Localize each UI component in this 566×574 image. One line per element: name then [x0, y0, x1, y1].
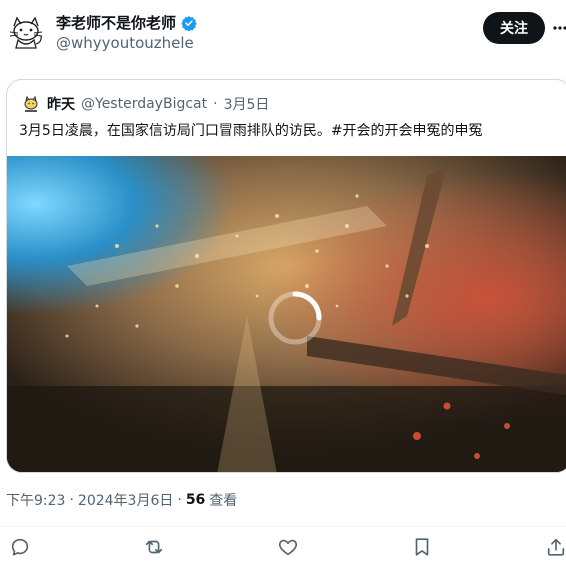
divider	[0, 526, 566, 527]
quoted-tweet-text: 3月5日凌晨，在国家信访局门口冒雨排队的访民。#开会的开会申冤的申冤	[19, 123, 483, 139]
author-avatar[interactable]	[6, 12, 46, 52]
tweet-date[interactable]: 2024年3月6日	[78, 490, 173, 510]
quoted-author-avatar	[21, 94, 41, 114]
video-player[interactable]	[7, 156, 566, 472]
tweet-time[interactable]: 下午9:23	[6, 490, 65, 510]
share-icon	[547, 538, 565, 556]
retweet-icon	[145, 540, 163, 554]
retweet-button[interactable]	[143, 536, 167, 560]
bookmark-button[interactable]	[411, 536, 435, 560]
quoted-author-handle: @YesterdayBigcat	[81, 96, 208, 112]
follow-button[interactable]: 关注	[483, 12, 545, 44]
quoted-tweet-header: 昨天 @YesterdayBigcat · 3月5日	[21, 94, 269, 114]
quoted-tweet-card[interactable]: 昨天 @YesterdayBigcat · 3月5日 3月5日凌晨，在国家信访局…	[6, 79, 566, 473]
quoted-separator: ·	[213, 96, 218, 112]
bookmark-icon	[415, 538, 429, 556]
quoted-date: 3月5日	[223, 97, 270, 113]
like-icon	[278, 539, 298, 556]
meta-separator: ·	[177, 492, 182, 508]
like-button[interactable]	[277, 536, 301, 560]
views-count: 56	[185, 492, 206, 508]
quoted-author-name: 昨天	[47, 97, 75, 113]
tweet-actions	[0, 536, 566, 566]
verified-badge-icon	[181, 15, 197, 31]
reply-button[interactable]	[9, 536, 33, 560]
tweet-header: 李老师不是你老师 @whyyoutouzhele 关注	[0, 0, 566, 64]
loading-spinner-icon	[268, 291, 322, 345]
author-name-row: 李老师不是你老师	[56, 12, 197, 33]
cat-logo-icon	[21, 94, 41, 114]
reply-icon	[11, 538, 29, 556]
author-handle[interactable]: @whyyoutouzhele	[56, 34, 194, 52]
share-button[interactable]	[545, 536, 566, 560]
more-options-icon[interactable]	[552, 20, 566, 36]
cat-sketch-icon	[6, 12, 46, 52]
views-label: 查看	[209, 493, 238, 509]
tweet-detail: 李老师不是你老师 @whyyoutouzhele 关注 昨天 @Yesterda…	[0, 0, 566, 574]
author-display-name[interactable]: 李老师不是你老师	[56, 12, 176, 33]
meta-separator: ·	[69, 492, 74, 508]
tweet-meta: 下午9:23 · 2024年3月6日 · 56 查看	[6, 490, 237, 510]
